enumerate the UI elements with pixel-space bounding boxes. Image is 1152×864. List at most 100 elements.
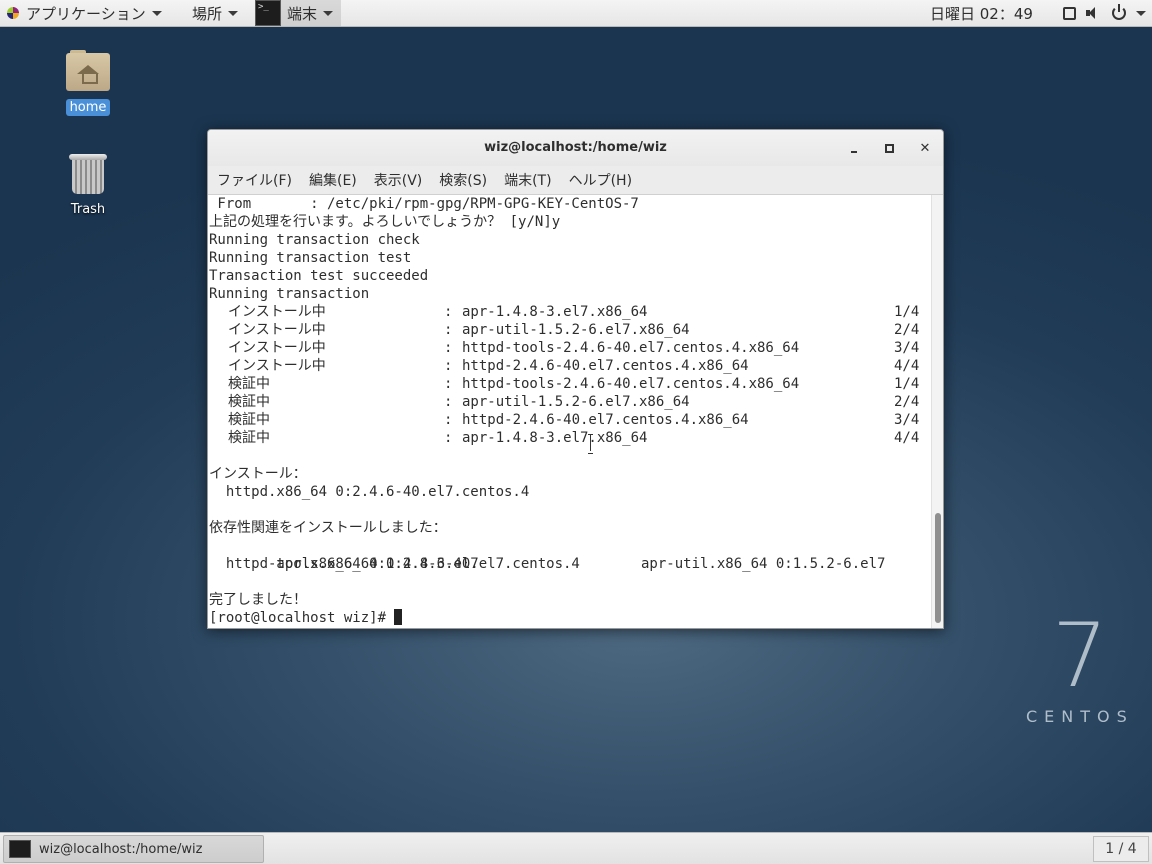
transaction-action: 検証中 [228, 394, 270, 410]
active-app-menu[interactable]: >_ 端末 [255, 0, 342, 26]
desktop-icon-trash[interactable]: Trash [48, 152, 128, 217]
transaction-separator: : [444, 394, 453, 410]
menu-file[interactable]: ファイル(F) [217, 170, 292, 190]
transaction-separator: : [444, 430, 453, 446]
bottom-panel: wiz@localhost:/home/wiz 1 / 4 [0, 832, 1152, 864]
system-menu[interactable] [1063, 0, 1146, 26]
menu-edit[interactable]: 編集(E) [309, 170, 357, 190]
centos-version-logo: 7 [1052, 604, 1108, 707]
transaction-separator: : [444, 376, 453, 392]
transaction-row: 検証中: apr-1.4.8-3.el7.x86_64 4/4 [209, 429, 929, 447]
transaction-count: 4/4 [894, 430, 920, 446]
top-panel: アプリケーション 場所 >_ 端末 日曜日 02：49 [0, 0, 1152, 27]
window-titlebar[interactable]: wiz@localhost:/home/wiz ✕ [208, 130, 943, 166]
minimize-button[interactable] [844, 138, 864, 158]
clock-label: 日曜日 02：49 [930, 4, 1033, 23]
transaction-action: インストール中 [228, 304, 326, 320]
maximize-button[interactable] [879, 138, 899, 158]
centos-wordmark: CENTOS [1026, 707, 1134, 726]
chevron-down-icon [323, 10, 334, 16]
transaction-action: インストール中 [228, 340, 326, 356]
transaction-separator: : [444, 358, 453, 374]
transaction-row: インストール中: apr-util-1.5.2-6.el7.x86_64 2/4 [209, 321, 929, 339]
menu-terminal[interactable]: 端末(T) [504, 170, 551, 190]
transaction-action: インストール中 [228, 322, 326, 338]
terminal-line: From : /etc/pki/rpm-gpg/RPM-GPG-KEY-Cent… [209, 196, 639, 212]
close-button[interactable]: ✕ [915, 138, 935, 158]
terminal-line: 依存性関連をインストールしました： [209, 520, 447, 536]
transaction-count: 4/4 [894, 358, 920, 374]
transaction-separator: : [444, 412, 453, 428]
menu-bar: ファイル(F) 編集(E) 表示(V) 検索(S) 端末(T) ヘルプ(H) [208, 166, 943, 195]
menu-search[interactable]: 検索(S) [439, 170, 487, 190]
transaction-row: 検証中: httpd-2.4.6-40.el7.centos.4.x86_64 3/… [209, 411, 929, 429]
menu-view[interactable]: 表示(V) [374, 170, 423, 190]
terminal-line: Running transaction check [209, 232, 420, 248]
transaction-count: 3/4 [894, 340, 920, 356]
power-icon [1112, 4, 1126, 20]
workspace-switcher[interactable]: 1 / 4 [1093, 836, 1149, 862]
terminal-line: Running transaction test [209, 250, 412, 266]
chevron-down-icon [228, 10, 239, 16]
desktop-icon-label: Trash [70, 202, 106, 217]
applications-menu[interactable]: アプリケーション [6, 0, 162, 26]
terminal-icon: >_ [255, 0, 281, 26]
transaction-count: 1/4 [894, 376, 920, 392]
terminal-output[interactable]: From : /etc/pki/rpm-gpg/RPM-GPG-KEY-Cent… [208, 195, 932, 628]
trash-icon [69, 152, 107, 196]
terminal-line: apr.x86_64 0:1.4.8-3.el7 apr-util.x86_64 … [209, 537, 885, 572]
transaction-action: 検証中 [228, 430, 270, 446]
taskbar-window-button[interactable]: wiz@localhost:/home/wiz [3, 835, 264, 863]
transaction-count: 2/4 [894, 394, 920, 410]
transaction-package: httpd-tools-2.4.6-40.el7.centos.4.x86_64 [462, 340, 800, 356]
terminal-prompt-line: [root@localhost wiz]# [209, 609, 403, 627]
ibeam-cursor-icon [587, 434, 595, 454]
places-menu[interactable]: 場所 [192, 0, 239, 26]
transaction-action: インストール中 [228, 358, 326, 374]
terminal-icon [9, 840, 31, 858]
desktop-icon-home[interactable]: home [48, 50, 128, 116]
transaction-separator: : [444, 322, 453, 338]
menu-help[interactable]: ヘルプ(H) [569, 170, 632, 190]
terminal-window[interactable]: wiz@localhost:/home/wiz ✕ ファイル(F) 編集(E) … [207, 129, 944, 629]
text-cursor [394, 609, 403, 625]
transaction-package: httpd-tools-2.4.6-40.el7.centos.4.x86_64 [462, 376, 800, 392]
terminal-line: 完了しました！ [209, 592, 307, 608]
chevron-down-icon [151, 10, 162, 16]
transaction-package: httpd-2.4.6-40.el7.centos.4.x86_64 [462, 412, 749, 428]
terminal-line: httpd-tools.x86_64 0:2.4.6-40.el7.centos… [209, 556, 580, 572]
home-folder-icon [66, 50, 110, 93]
applications-label: アプリケーション [26, 4, 146, 23]
terminal-line: Transaction test succeeded [209, 268, 429, 284]
volume-icon [1086, 6, 1102, 20]
transaction-separator: : [444, 304, 453, 320]
transaction-row: インストール中: httpd-2.4.6-40.el7.centos.4.x86_… [209, 357, 929, 375]
terminal-line: Running transaction [209, 286, 370, 302]
dep-apr-util: apr-util.x86_64 0:1.5.2-6.el7 [641, 556, 886, 572]
terminal-line: 上記の処理を行います。よろしいでしょうか？ [y/N]y [209, 214, 561, 230]
clock[interactable]: 日曜日 02：49 [930, 0, 1033, 26]
transaction-row: インストール中: apr-1.4.8-3.el7.x86_64 1/4 [209, 303, 929, 321]
terminal-line: httpd.x86_64 0:2.4.6-40.el7.centos.4 [209, 484, 530, 500]
places-label: 場所 [192, 4, 223, 23]
transaction-package: apr-1.4.8-3.el7.x86_64 [462, 430, 648, 446]
transaction-count: 2/4 [894, 322, 920, 338]
screen-icon [1063, 6, 1076, 20]
transaction-package: apr-1.4.8-3.el7.x86_64 [462, 304, 648, 320]
scrollbar[interactable] [931, 195, 943, 628]
transaction-count: 3/4 [894, 412, 920, 428]
taskbar-window-label: wiz@localhost:/home/wiz [39, 841, 203, 857]
transaction-package: apr-util-1.5.2-6.el7.x86_64 [462, 394, 690, 410]
scrollbar-thumb[interactable] [935, 513, 941, 623]
transaction-package: apr-util-1.5.2-6.el7.x86_64 [462, 322, 690, 338]
centos-logo-icon [6, 6, 20, 20]
transaction-row: インストール中: httpd-tools-2.4.6-40.el7.centos.… [209, 339, 929, 357]
transaction-separator: : [444, 340, 453, 356]
desktop-icon-label: home [65, 99, 111, 116]
transaction-row: 検証中: apr-util-1.5.2-6.el7.x86_64 2/4 [209, 393, 929, 411]
active-app-label: 端末 [287, 4, 318, 23]
transaction-count: 1/4 [894, 304, 920, 320]
transaction-row: 検証中: httpd-tools-2.4.6-40.el7.centos.4.x8… [209, 375, 929, 393]
transaction-action: 検証中 [228, 412, 270, 428]
chevron-down-icon [1136, 10, 1146, 16]
